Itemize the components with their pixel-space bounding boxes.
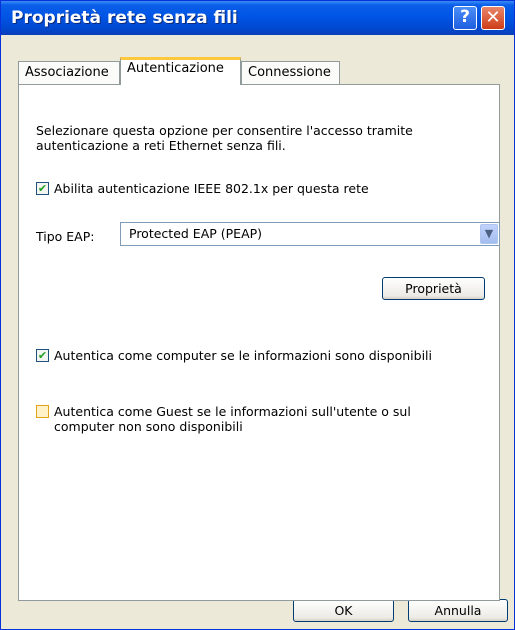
enable-8021x-checkbox[interactable]: ✔ <box>36 182 49 195</box>
enable-8021x-label[interactable]: Abilita autenticazione IEEE 802.1x per q… <box>54 181 369 196</box>
cancel-button[interactable]: Annulla <box>408 599 508 622</box>
auth-guest-label-line-1[interactable]: Autentica come Guest se le informazioni … <box>54 404 411 419</box>
tab-connessione-label: Connessione <box>248 65 331 80</box>
title-bar[interactable]: Proprietà rete senza fili ? ✕ <box>1 1 514 35</box>
tab-associazione[interactable]: Associazione <box>18 61 120 85</box>
help-icon: ? <box>460 7 470 27</box>
tab-associazione-label: Associazione <box>25 65 109 80</box>
auth-computer-checkbox[interactable]: ✔ <box>36 349 49 362</box>
check-icon: ✔ <box>37 349 48 362</box>
window-title: Proprietà rete senza fili <box>11 8 238 28</box>
help-button[interactable]: ? <box>453 6 477 30</box>
description-line-1: Selezionare questa opzione per consentir… <box>36 123 413 138</box>
dropdown-glyph: ▼ <box>484 227 494 240</box>
eap-type-value: Protected EAP (PEAP) <box>129 226 263 241</box>
chevron-down-icon[interactable]: ▼ <box>480 224 498 244</box>
dialog-window: Proprietà rete senza fili ? ✕ Associazio… <box>0 0 515 630</box>
check-icon: ✔ <box>37 182 48 195</box>
properties-button[interactable]: Proprietà <box>382 277 485 300</box>
auth-guest-label-line-2[interactable]: computer non sono disponibili <box>54 419 243 434</box>
close-icon: ✕ <box>485 7 501 28</box>
eap-type-select[interactable]: Protected EAP (PEAP) ▼ <box>120 222 500 246</box>
tab-connessione[interactable]: Connessione <box>241 61 340 85</box>
auth-computer-label[interactable]: Autentica come computer se le informazio… <box>54 348 432 363</box>
auth-guest-checkbox[interactable] <box>36 405 49 418</box>
ok-button[interactable]: OK <box>293 599 394 622</box>
tab-autenticazione-label: Autenticazione <box>127 61 224 76</box>
close-button[interactable]: ✕ <box>481 6 505 30</box>
eap-type-label: Tipo EAP: <box>36 229 95 244</box>
description-line-2: autenticazione a reti Ethernet senza fil… <box>36 138 286 153</box>
tab-autenticazione[interactable]: Autenticazione <box>120 57 241 85</box>
authentication-panel: Selezionare questa opzione per consentir… <box>18 84 500 601</box>
